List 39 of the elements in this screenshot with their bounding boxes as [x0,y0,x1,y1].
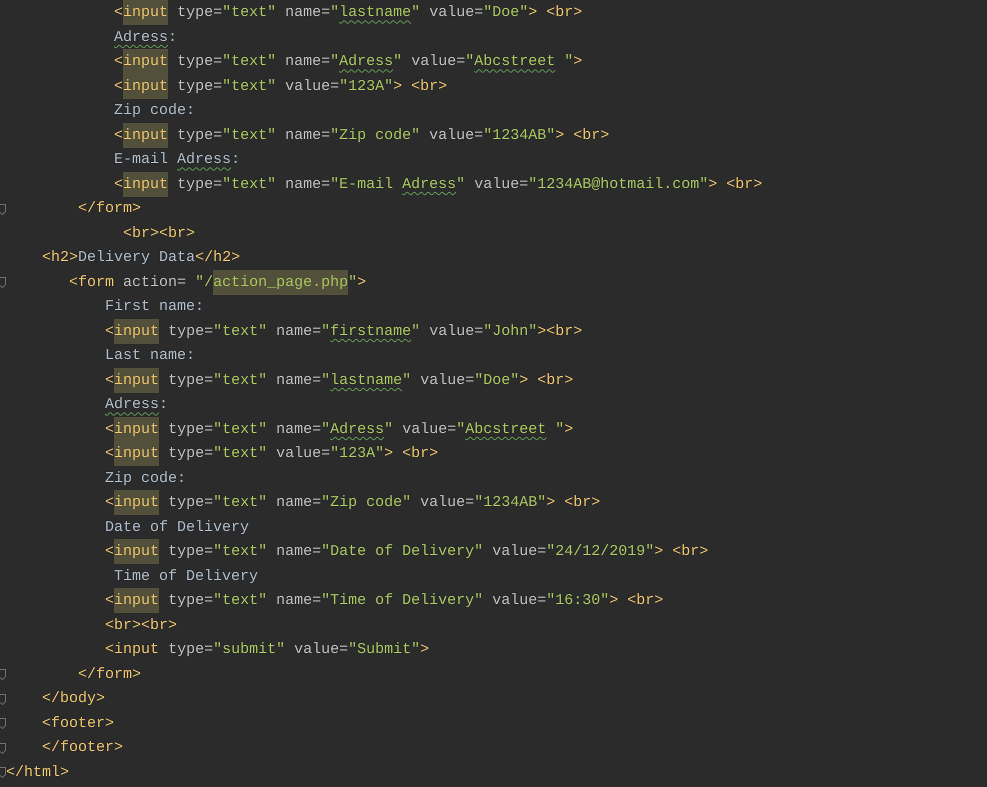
code-line: </form> [77,664,142,685]
code-line: <input type="text" value="123A"> <br> [6,76,448,98]
fold-marker-icon[interactable] [0,204,6,215]
code-line: Adress: [113,28,178,48]
code-line: First name: [104,297,204,318]
code-line: E-mail Adress: [113,150,240,170]
fold-marker-icon[interactable] [0,669,6,680]
fold-marker-icon[interactable] [0,694,6,705]
code-line: Last name: [104,346,196,366]
fold-marker-icon[interactable] [0,742,6,754]
fold-marker-icon[interactable] [0,718,6,730]
code-line: <input type="text" name="Zip code" value="1234AB"> <br> [6,492,600,514]
code-line: <form action= "/action_page.php"> [6,272,366,294]
code-line: Zip code: [113,101,196,122]
code-line: <input type="text" name="firstname" value="John"><br> [6,320,582,343]
code-line: </html> [6,762,70,783]
code-line: Adress: [104,395,168,416]
code-line: </form> [77,199,142,220]
code-line: Time of Delivery [113,566,258,587]
fold-marker-icon[interactable] [0,277,6,288]
code-line: <input type="text" value="123A"> <br> [6,443,438,466]
code-line: Date of Delivery [104,518,250,538]
code-line: <input type="submit" value="Submit"> [104,640,430,660]
code-line: <input type="text" name="Zip code" value="1234AB"> <br> [6,124,610,147]
code-line: <h2>Delivery Data</h2> [41,248,240,268]
code-line: <input type="text" name="Adress" value="Abcstreet "> [6,418,574,441]
code-line: Zip code: [104,468,186,489]
code-line: </footer> [41,738,124,758]
code-line: <input type="text" name="E-mail Adress" value="1234AB@hotmail.com"> <br> [6,174,762,196]
code-line: <input type="text" name="lastname" value="Doe"> <br> [6,2,582,24]
code-line: </body> [41,689,106,710]
code-line: <input type="text" name="lastname" value="Doe"> <br> [6,370,574,392]
code-line: <footer> [41,714,114,734]
fold-marker-icon[interactable] [0,767,6,778]
code-line: <input type="text" name="Adress" value="Abcstreet "> [6,51,582,74]
code-line: <br><br> [122,224,196,244]
code-line: <input type="text" name="Date of Delivery" value="24/12/2019"> <br> [6,541,708,564]
code-line: <input type="text" name="Time of Delivery" value="16:30"> <br> [6,590,664,612]
code-line: <br><br> [104,616,178,636]
